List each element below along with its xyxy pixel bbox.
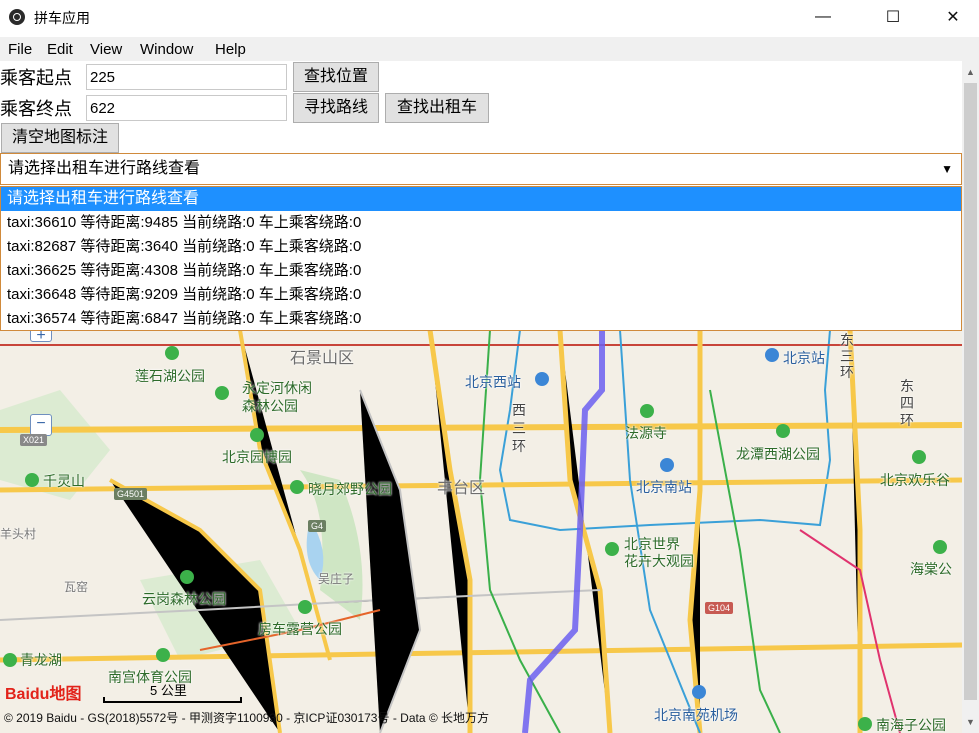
taxi-option[interactable]: 请选择出租车进行路线查看 [1, 187, 961, 211]
window-title: 拼车应用 [34, 10, 90, 26]
close-button[interactable]: ✕ [930, 0, 976, 34]
park-icon [25, 473, 39, 487]
park-icon [165, 346, 179, 360]
label-xisanhuan: 环 [512, 438, 526, 454]
label-wangzhuang: 羊头村 [0, 527, 37, 541]
taxi-dropdown-list: 请选择出租车进行路线查看 taxi:36610 等待距离:9485 当前绕路:0… [0, 186, 962, 331]
taxi-select-value: 请选择出租车进行路线查看 [8, 160, 201, 177]
label-yongding: 永定河休闲 [242, 380, 312, 396]
find-taxi-button[interactable]: 查找出租车 [385, 93, 489, 123]
label-beijing-south: 北京南站 [636, 479, 692, 495]
park-icon [290, 480, 304, 494]
end-label: 乘客终点 [0, 99, 72, 119]
label-yungang: 云岗森林公园 [142, 591, 226, 607]
vertical-scrollbar[interactable]: ▲ ▼ [962, 61, 979, 733]
park-icon [858, 717, 872, 731]
taxi-select[interactable]: 请选择出租车进行路线查看 ▼ [0, 153, 962, 185]
label-qinglonghu: 青龙湖 [20, 652, 62, 668]
label-xisanhuan: 三 [512, 420, 526, 436]
baidu-logo: Baidu地图 [5, 686, 82, 703]
label-longtanhu: 龙潭西湖公园 [736, 446, 820, 462]
label-garden: 北京园博园 [222, 449, 292, 465]
label-nanyuan: 北京南苑机场 [654, 707, 738, 723]
park-icon [298, 600, 312, 614]
station-icon [660, 458, 674, 472]
label-wuzhuang: 吴庄子 [318, 572, 355, 586]
road-badge: G4501 [114, 488, 148, 500]
label-qianlingshan: 千灵山 [43, 473, 85, 489]
park-icon [640, 404, 654, 418]
taxi-option[interactable]: taxi:36648 等待距离:9209 当前绕路:0 车上乘客绕路:0 [1, 283, 961, 307]
park-icon [250, 428, 264, 442]
label-beijing-west: 北京西站 [465, 374, 521, 390]
district-fengtai: 丰台区 [437, 480, 486, 497]
label-xiaoyue: 晓月郊野公园 [308, 481, 392, 497]
airport-icon [692, 685, 706, 699]
label-lianshihu: 莲石湖公园 [135, 368, 205, 384]
park-icon [180, 570, 194, 584]
label-fayuansi: 法源寺 [625, 425, 667, 441]
taxi-option[interactable]: taxi:36610 等待距离:9485 当前绕路:0 车上乘客绕路:0 [1, 211, 961, 235]
label-beijing-station: 北京站 [783, 350, 825, 366]
label-yongding-2: 森林公园 [242, 398, 298, 414]
map-copyright: © 2019 Baidu - GS(2018)5572号 - 甲测资字11009… [4, 711, 490, 725]
label-fangzhuang: 房车露营公园 [258, 621, 342, 637]
label-dongsihuan: 环 [900, 412, 914, 428]
label-wanggou: 瓦窑 [64, 580, 89, 594]
app-icon [9, 9, 25, 25]
map-view[interactable]: + − 石景山区 莲石湖公园 永定河休闲 森林公园 北京西站 北京站 西 三 环… [0, 330, 962, 733]
park-icon [3, 653, 17, 667]
road-badge: G104 [705, 602, 734, 614]
minimize-button[interactable]: — [800, 0, 846, 34]
scroll-up-icon[interactable]: ▲ [966, 67, 975, 77]
taxi-option[interactable]: taxi:82687 等待距离:3640 当前绕路:0 车上乘客绕路:0 [1, 235, 961, 259]
menu-help[interactable]: Help [215, 41, 246, 58]
label-dongsanhuan: 环 [840, 364, 854, 380]
zoom-out-button[interactable]: − [30, 414, 52, 436]
menu-edit[interactable]: Edit [47, 41, 73, 58]
park-icon [156, 648, 170, 662]
end-input[interactable]: 622 [86, 95, 287, 121]
label-xisanhuan: 西 [512, 402, 526, 418]
find-location-button[interactable]: 查找位置 [293, 62, 379, 92]
menu-view[interactable]: View [90, 41, 122, 58]
map-scale-bar [103, 697, 242, 703]
road-badge: X021 [20, 434, 48, 446]
park-icon [912, 450, 926, 464]
label-nanhaizi: 南海子公园 [876, 717, 946, 733]
district-shijingshan: 石景山区 [290, 350, 355, 367]
station-icon [535, 372, 549, 386]
road-badge: G4 [308, 520, 327, 532]
menu-file[interactable]: File [8, 41, 32, 58]
maximize-button[interactable]: ☐ [870, 0, 916, 34]
label-huanle: 北京欢乐谷 [880, 472, 950, 488]
zoom-in-button[interactable]: + [30, 330, 52, 344]
park-icon [776, 424, 790, 438]
park-icon [933, 540, 947, 554]
station-icon [765, 348, 779, 362]
label-shijie-2: 花卉大观园 [624, 553, 694, 569]
taxi-option[interactable]: taxi:36574 等待距离:6847 当前绕路:0 车上乘客绕路:0 [1, 307, 961, 331]
taxi-option[interactable]: taxi:36625 等待距离:4308 当前绕路:0 车上乘客绕路:0 [1, 259, 961, 283]
menu-window[interactable]: Window [140, 41, 193, 58]
find-route-button[interactable]: 寻找路线 [293, 93, 379, 123]
park-icon [605, 542, 619, 556]
title-bar: 拼车应用 — ☐ ✕ [0, 0, 979, 34]
scroll-down-icon[interactable]: ▼ [966, 717, 975, 727]
scroll-thumb[interactable] [964, 83, 977, 700]
start-label: 乘客起点 [0, 68, 72, 88]
dropdown-arrow-icon: ▼ [941, 162, 953, 176]
park-icon [215, 386, 229, 400]
clear-markers-button[interactable]: 清空地图标注 [1, 123, 119, 153]
menu-bar: File Edit View Window Help [0, 37, 979, 61]
label-haitang: 海棠公 [910, 561, 952, 577]
start-input[interactable]: 225 [86, 64, 287, 90]
